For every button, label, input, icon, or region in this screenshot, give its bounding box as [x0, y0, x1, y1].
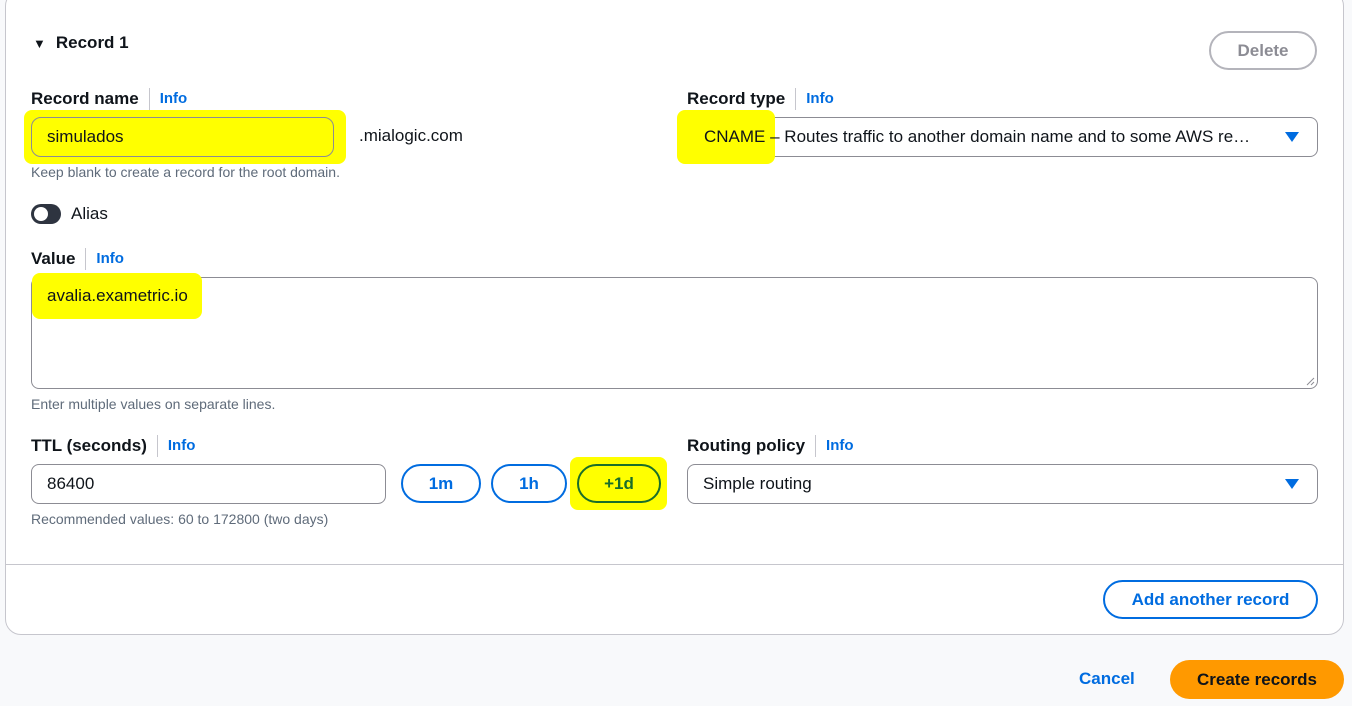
routing-policy-label-text: Routing policy — [687, 436, 806, 455]
record-type-label-text: Record type — [687, 89, 786, 108]
record-type-select[interactable]: CNAME – Routes traffic to another domain… — [677, 110, 1318, 164]
routing-policy-label: Routing policy Info — [687, 435, 854, 457]
alias-label: Alias — [71, 204, 108, 223]
ttl-label-text: TTL (seconds) — [31, 436, 147, 455]
delete-button[interactable]: Delete — [1209, 31, 1317, 70]
record-type-label: Record type Info — [687, 88, 834, 110]
value-label-text: Value — [31, 249, 76, 268]
record-name-value: simulados — [47, 127, 124, 146]
record-name-hint: Keep blank to create a record for the ro… — [31, 164, 340, 180]
value-text: avalia.exametric.io — [47, 286, 188, 305]
resize-handle-icon[interactable] — [1305, 376, 1315, 386]
create-records-button[interactable]: Create records — [1170, 660, 1344, 699]
record-type-info-link[interactable]: Info — [795, 88, 834, 110]
caret-down-icon: ▼ — [33, 35, 46, 51]
value-info-link[interactable]: Info — [85, 248, 124, 270]
ttl-label: TTL (seconds) Info — [31, 435, 195, 457]
value-textarea[interactable]: avalia.exametric.io — [31, 273, 1318, 389]
record-name-input[interactable]: simulados — [31, 117, 334, 157]
dropdown-arrow-icon — [1285, 132, 1299, 142]
dropdown-arrow-icon — [1285, 479, 1299, 489]
record-name-label-text: Record name — [31, 89, 139, 108]
ttl-1m-button[interactable]: 1m — [401, 464, 481, 503]
ttl-value: 86400 — [47, 474, 95, 493]
record-type-code: CNAME — [704, 127, 766, 146]
record-section-toggle[interactable]: ▼ Record 1 — [33, 33, 129, 53]
ttl-input[interactable]: 86400 — [31, 464, 386, 504]
cancel-button[interactable]: Cancel — [1079, 669, 1135, 689]
routing-policy-select[interactable]: Simple routing — [687, 464, 1318, 504]
add-another-record-button[interactable]: Add another record — [1103, 580, 1318, 619]
record-name-label: Record name Info — [31, 88, 187, 110]
record-name-info-link[interactable]: Info — [148, 88, 187, 110]
record-type-desc: – Routes traffic to another domain name … — [765, 127, 1251, 146]
ttl-hint: Recommended values: 60 to 172800 (two da… — [31, 511, 329, 527]
ttl-info-link[interactable]: Info — [156, 435, 195, 457]
routing-policy-info-link[interactable]: Info — [815, 435, 854, 457]
section-divider — [5, 564, 1344, 565]
ttl-1d-button[interactable]: +1d — [577, 464, 661, 503]
record-header-title: Record 1 — [55, 33, 129, 52]
value-label: Value Info — [31, 248, 124, 270]
routing-policy-value: Simple routing — [703, 474, 812, 493]
ttl-1h-button[interactable]: 1h — [491, 464, 567, 503]
value-hint: Enter multiple values on separate lines. — [31, 396, 276, 412]
alias-toggle[interactable] — [31, 204, 61, 224]
domain-suffix: .mialogic.com — [359, 126, 463, 145]
